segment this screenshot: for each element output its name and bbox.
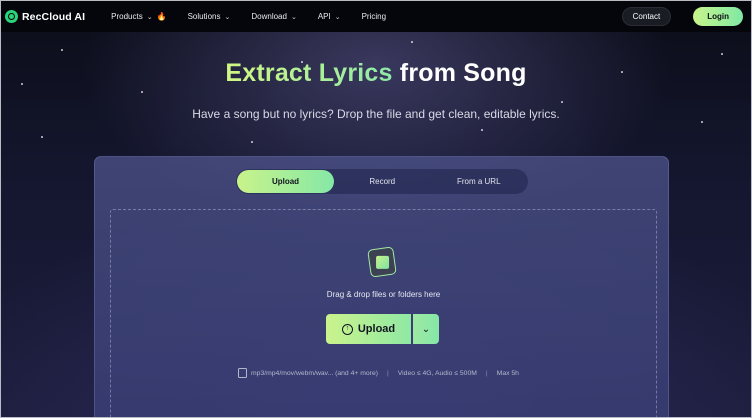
chevron-down-icon: ⌄ bbox=[146, 13, 153, 21]
upload-options-dropdown[interactable]: ⌄ bbox=[413, 314, 439, 344]
title-rest: from Song bbox=[399, 59, 527, 87]
nav-item-api[interactable]: API ⌄ bbox=[318, 12, 341, 21]
tab-upload[interactable]: Upload bbox=[237, 170, 334, 193]
page-title: Extract Lyrics from Song bbox=[1, 59, 751, 88]
top-nav: RecCloud AI Products ⌄ 🔥 Solutions ⌄ Dow… bbox=[1, 1, 751, 32]
logo-icon bbox=[5, 10, 18, 23]
brand-name: RecCloud AI bbox=[22, 10, 86, 23]
nav-item-download[interactable]: Download ⌄ bbox=[251, 12, 296, 21]
format-info: mp3/mp4/mov/webm/wav... (and 4+ more) | … bbox=[238, 368, 519, 378]
tab-from-url[interactable]: From a URL bbox=[431, 170, 528, 193]
duration-limit: Max 5h bbox=[496, 369, 519, 377]
nav-item-label: Solutions bbox=[187, 12, 221, 21]
page: RecCloud AI Products ⌄ 🔥 Solutions ⌄ Dow… bbox=[0, 0, 752, 418]
drag-drop-hint: Drag & drop files or folders here bbox=[326, 290, 441, 299]
title-accent: Extract Lyrics bbox=[225, 59, 393, 87]
upload-card: Upload Record From a URL Drag & drop fil… bbox=[94, 156, 669, 417]
nav-item-products[interactable]: Products ⌄ 🔥 bbox=[111, 12, 166, 21]
nav-item-solutions[interactable]: Solutions ⌄ bbox=[188, 12, 231, 21]
nav-actions: Contact Login bbox=[621, 7, 743, 26]
divider: | bbox=[386, 369, 389, 377]
nav-item-label: Pricing bbox=[361, 12, 387, 21]
brand-logo[interactable]: RecCloud AI bbox=[5, 10, 85, 23]
chevron-down-icon: ⌄ bbox=[224, 13, 231, 21]
tab-record[interactable]: Record bbox=[334, 170, 431, 193]
upload-button-label: Upload bbox=[357, 323, 396, 335]
supported-formats: mp3/mp4/mov/webm/wav... (and 4+ more) bbox=[251, 369, 378, 377]
upload-button-group: ↑ Upload ⌄ bbox=[326, 314, 439, 344]
source-tabs: Upload Record From a URL bbox=[236, 169, 528, 194]
file-dropzone[interactable]: Drag & drop files or folders here ↑ Uplo… bbox=[110, 209, 657, 417]
upload-button[interactable]: ↑ Upload bbox=[326, 314, 411, 344]
contact-button[interactable]: Contact bbox=[621, 7, 672, 26]
page-subtitle: Have a song but no lyrics? Drop the file… bbox=[192, 107, 560, 121]
nav-item-label: Download bbox=[251, 12, 287, 21]
nav-item-label: API bbox=[317, 12, 331, 21]
file-format-icon bbox=[238, 368, 247, 378]
size-limit: Video ≤ 4G, Audio ≤ 500M bbox=[397, 369, 477, 377]
chevron-down-icon: ⌄ bbox=[421, 323, 431, 335]
divider: | bbox=[485, 369, 488, 377]
chevron-down-icon: ⌄ bbox=[334, 13, 341, 21]
nav-item-pricing[interactable]: Pricing bbox=[362, 12, 386, 21]
fire-icon: 🔥 bbox=[156, 12, 167, 21]
nav-item-label: Products bbox=[111, 12, 143, 21]
upload-arrow-icon: ↑ bbox=[341, 323, 353, 335]
folder-file-icon bbox=[367, 246, 397, 278]
chevron-down-icon: ⌄ bbox=[290, 13, 297, 21]
login-button[interactable]: Login bbox=[693, 7, 743, 26]
